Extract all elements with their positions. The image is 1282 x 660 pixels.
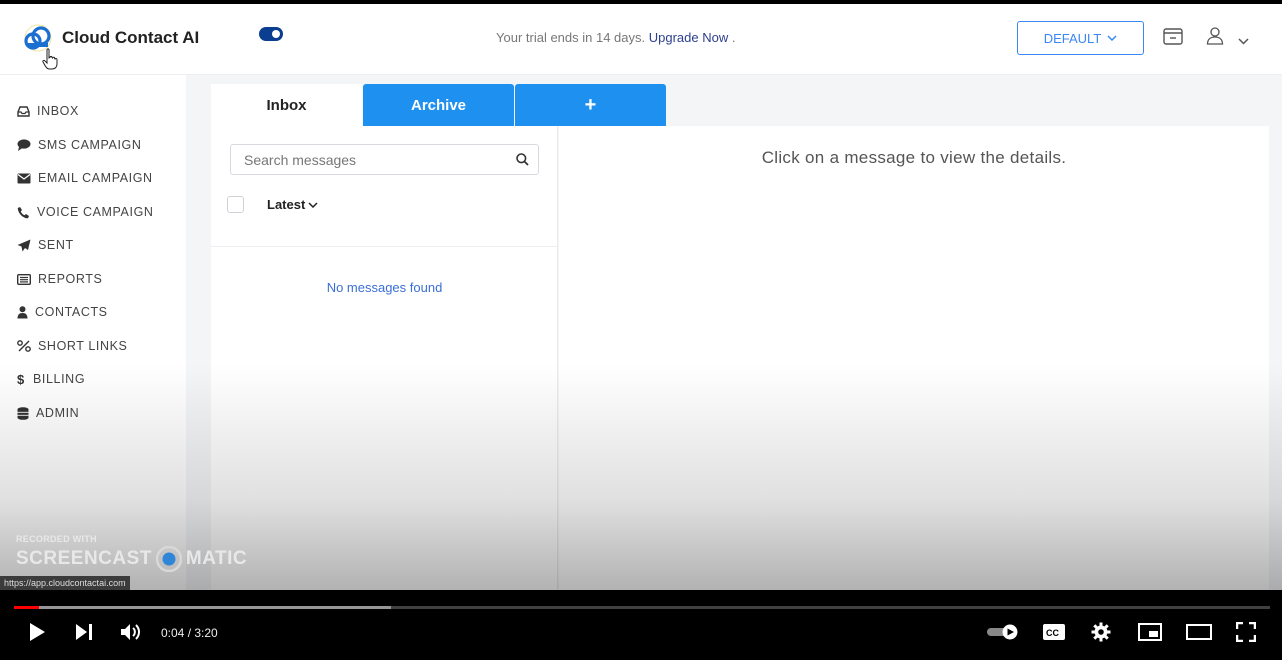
add-tab-button[interactable]: + — [515, 84, 666, 126]
sidebar-item-email-campaign[interactable]: EMAIL CAMPAIGN — [17, 171, 153, 185]
time-display: 0:04 / 3:20 — [161, 626, 218, 640]
chevron-down-icon — [1107, 35, 1117, 41]
trial-notice: Your trial ends in 14 days. Upgrade Now … — [496, 30, 736, 45]
video-player-controls: 0:04 / 3:20 CC — [0, 590, 1282, 660]
envelope-icon — [17, 173, 31, 183]
volume-icon[interactable] — [120, 622, 142, 647]
database-icon — [17, 406, 29, 420]
user-icon — [17, 305, 28, 318]
closed-captions-icon[interactable]: CC — [1043, 624, 1065, 645]
sidebar: INBOX SMS CAMPAIGN EMAIL CAMPAIGN VOICE … — [0, 75, 186, 590]
user-menu-chevron-icon[interactable] — [1238, 32, 1249, 50]
chat-bubble-icon — [17, 139, 31, 151]
list-divider — [211, 246, 558, 247]
sidebar-item-label: CONTACTS — [35, 305, 108, 319]
sidebar-item-label: INBOX — [37, 104, 79, 118]
inbox-icon — [17, 105, 30, 117]
message-detail-panel: Click on a message to view the details. — [559, 126, 1269, 590]
select-all-checkbox[interactable] — [227, 196, 244, 213]
progress-played — [14, 606, 39, 609]
upgrade-now-link[interactable]: Upgrade Now — [649, 30, 729, 45]
trial-suffix: . — [731, 30, 736, 45]
sidebar-item-short-links[interactable]: SHORT LINKS — [17, 339, 128, 353]
sidebar-item-label: SMS CAMPAIGN — [38, 138, 142, 152]
progress-buffered — [14, 606, 391, 609]
top-header: Cloud Contact AI Your trial ends in 14 d… — [0, 4, 1282, 75]
theater-mode-icon[interactable] — [1186, 622, 1212, 647]
sidebar-item-label: VOICE CAMPAIGN — [37, 205, 154, 219]
autoplay-toggle-icon[interactable] — [986, 624, 1020, 645]
sidebar-item-billing[interactable]: $ BILLING — [17, 372, 85, 386]
watermark-brand-right: MATIC — [185, 548, 248, 569]
dollar-icon: $ — [17, 372, 25, 386]
screencast-watermark: RECORDED WITH SCREENCAST MATIC — [16, 534, 247, 572]
next-icon[interactable] — [74, 622, 94, 647]
sidebar-item-label: BILLING — [33, 372, 86, 386]
trial-text: Your trial ends in 14 days. — [496, 30, 646, 45]
sidebar-item-admin[interactable]: ADMIN — [17, 406, 79, 420]
tab-inbox[interactable]: Inbox — [211, 84, 362, 126]
sidebar-item-label: SENT — [38, 238, 74, 252]
calendar-card-icon[interactable] — [1163, 27, 1183, 50]
detail-placeholder: Click on a message to view the details. — [761, 148, 1067, 167]
svg-text:$: $ — [17, 372, 25, 386]
play-icon[interactable] — [28, 622, 46, 647]
paper-plane-icon — [17, 239, 31, 251]
sidebar-item-label: REPORTS — [38, 272, 103, 286]
sidebar-item-sent[interactable]: SENT — [17, 238, 74, 252]
empty-state-text: No messages found — [326, 280, 443, 295]
phone-icon — [17, 206, 29, 218]
progress-bar[interactable] — [14, 606, 1270, 609]
chevron-down-icon — [308, 201, 318, 208]
user-icon[interactable] — [1206, 27, 1224, 50]
report-icon — [17, 273, 31, 285]
message-list-panel: Latest No messages found — [211, 126, 558, 590]
search-icon[interactable] — [516, 153, 529, 171]
search-box — [230, 144, 539, 175]
watermark-brand: SCREENCAST MATIC — [16, 546, 247, 572]
app-frame: Cloud Contact AI Your trial ends in 14 d… — [0, 4, 1282, 590]
sidebar-item-label: ADMIN — [36, 406, 80, 420]
watermark-brand-left: SCREENCAST — [16, 548, 152, 569]
percent-link-icon — [17, 340, 31, 352]
profile-select-button[interactable]: DEFAULT — [1017, 21, 1144, 55]
watermark-recorded-with: RECORDED WITH — [16, 534, 97, 544]
search-input[interactable] — [231, 145, 501, 174]
sort-dropdown[interactable]: Latest — [267, 197, 318, 212]
miniplayer-icon[interactable] — [1138, 622, 1162, 647]
sidebar-item-label: EMAIL CAMPAIGN — [38, 171, 153, 185]
app-name: Cloud Contact AI — [62, 28, 200, 47]
sidebar-item-sms-campaign[interactable]: SMS CAMPAIGN — [17, 138, 142, 152]
sort-label: Latest — [267, 197, 306, 212]
tab-archive[interactable]: Archive — [363, 84, 514, 126]
status-url: https://app.cloudcontactai.com — [0, 576, 130, 590]
svg-text:CC: CC — [1046, 628, 1059, 638]
hand-cursor-icon — [42, 48, 58, 75]
fullscreen-icon[interactable] — [1235, 621, 1257, 647]
settings-gear-icon[interactable] — [1091, 622, 1111, 647]
screencast-logo-icon — [155, 546, 182, 572]
sidebar-item-contacts[interactable]: CONTACTS — [17, 305, 108, 319]
sidebar-item-label: SHORT LINKS — [38, 339, 128, 353]
theme-toggle[interactable] — [259, 27, 283, 41]
sidebar-item-inbox[interactable]: INBOX — [17, 104, 79, 118]
profile-select-label: DEFAULT — [1043, 30, 1102, 46]
sidebar-item-voice-campaign[interactable]: VOICE CAMPAIGN — [17, 205, 154, 219]
sidebar-item-reports[interactable]: REPORTS — [17, 272, 102, 286]
